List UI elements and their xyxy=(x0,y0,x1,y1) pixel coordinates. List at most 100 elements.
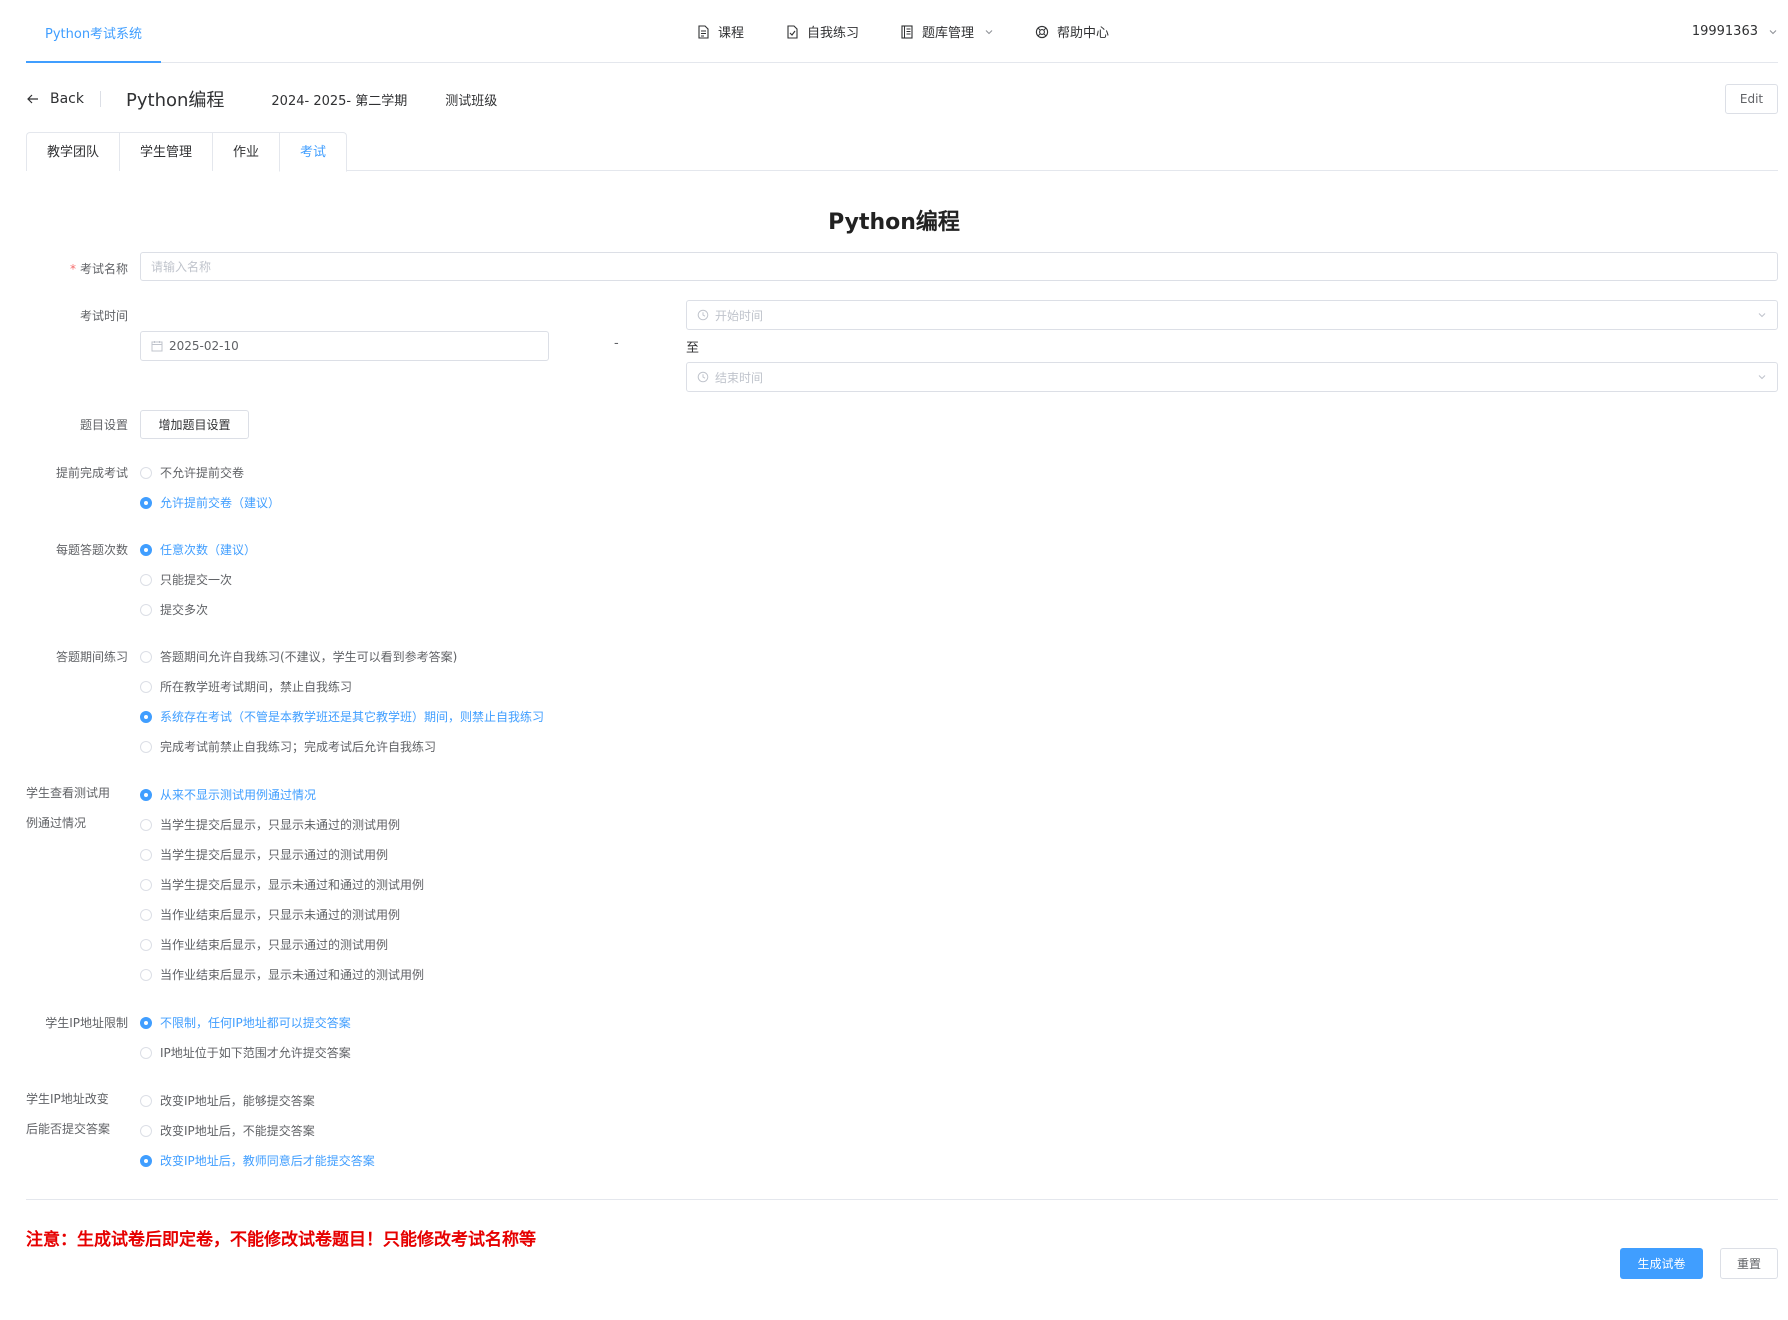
generate-paper-button[interactable]: 生成试卷 xyxy=(1620,1248,1703,1279)
radio-label: 不限制，任何IP地址都可以提交答案 xyxy=(160,1016,351,1030)
warning-notice: 注意：生成试卷后即定卷，不能修改试卷题目！只能修改考试名称等 xyxy=(26,1230,536,1250)
radio-early-finish-1[interactable]: 允许提前交卷（建议） xyxy=(140,494,280,511)
end-time-picker[interactable]: 结束时间 xyxy=(686,362,1778,392)
back-label: Back xyxy=(50,91,84,107)
tab-teaching-team[interactable]: 教学团队 xyxy=(26,132,120,171)
radio-testcase-3[interactable]: 当学生提交后显示，显示未通过和通过的测试用例 xyxy=(140,876,424,893)
chevron-down-icon xyxy=(1758,313,1766,318)
document-icon xyxy=(698,24,709,39)
exam-name-label-text: 考试名称 xyxy=(79,262,128,276)
radio-attempts-0[interactable]: 任意次数（建议） xyxy=(140,541,256,558)
nav-item-label: 题库管理 xyxy=(922,26,975,41)
start-time-placeholder: 开始时间 xyxy=(715,308,764,323)
footer-divider xyxy=(26,1199,1778,1200)
nav-item-question-bank[interactable]: 题库管理 xyxy=(900,22,994,41)
radio-testcase-5[interactable]: 当作业结束后显示，只显示通过的测试用例 xyxy=(140,936,388,953)
chevron-down-icon xyxy=(1769,29,1777,34)
radio-label: 从来不显示测试用例通过情况 xyxy=(160,788,317,802)
edit-button[interactable]: Edit xyxy=(1725,84,1778,114)
radio-ip-change-1[interactable]: 改变IP地址后，不能提交答案 xyxy=(140,1122,315,1139)
radio-ip-change-2[interactable]: 改变IP地址后，教师同意后才能提交答案 xyxy=(140,1152,375,1169)
radio-dot xyxy=(140,818,152,831)
radio-testcase-4[interactable]: 当作业结束后显示，只显示未通过的测试用例 xyxy=(140,906,400,923)
radio-testcase-6[interactable]: 当作业结束后显示，显示未通过和通过的测试用例 xyxy=(140,966,424,983)
nav-menu: 课程 自我练习 题库管理 帮助中心 xyxy=(696,0,1150,63)
nav-item-self-practice[interactable]: 自我练习 xyxy=(785,22,859,41)
radio-attempts-1[interactable]: 只能提交一次 xyxy=(140,571,232,588)
radio-dot xyxy=(140,1154,152,1167)
page-header: Back Python编程 2024- 2025- 第二学期 测试班级 Edit xyxy=(26,84,1778,114)
radio-label: 答题期间允许自我练习(不建议，学生可以看到参考答案) xyxy=(160,650,458,664)
check-document-icon xyxy=(787,24,798,39)
radio-dot xyxy=(140,1016,152,1029)
radio-label: 当作业结束后显示，只显示通过的测试用例 xyxy=(160,938,389,952)
question-setting-label: 题目设置 xyxy=(79,418,128,432)
top-nav: Python考试系统 课程 自我练习 题库管理 帮助中心 19991363 xyxy=(26,0,1778,63)
exam-name-input[interactable]: 请输入名称 xyxy=(140,252,1778,281)
radio-practice-1[interactable]: 所在教学班考试期间，禁止自我练习 xyxy=(140,678,352,695)
early-finish-label: 提前完成考试 xyxy=(55,466,128,480)
radio-early-finish-0[interactable]: 不允许提前交卷 xyxy=(140,464,244,481)
date-time-dash: - xyxy=(614,336,619,351)
radio-label: 改变IP地址后，不能提交答案 xyxy=(160,1124,315,1138)
radio-attempts-2[interactable]: 提交多次 xyxy=(140,601,208,618)
radio-label: 改变IP地址后，能够提交答案 xyxy=(160,1094,315,1108)
radio-dot xyxy=(140,740,152,753)
radio-label: IP地址位于如下范围才允许提交答案 xyxy=(160,1046,351,1060)
course-term: 2024- 2025- 第二学期 xyxy=(271,93,408,109)
radio-testcase-1[interactable]: 当学生提交后显示，只显示未通过的测试用例 xyxy=(140,816,400,833)
add-question-setting-button[interactable]: 增加题目设置 xyxy=(140,410,249,439)
radio-ip-change-0[interactable]: 改变IP地址后，能够提交答案 xyxy=(140,1092,315,1109)
radio-dot xyxy=(140,543,152,556)
course-title: Python编程 xyxy=(126,90,225,111)
radio-dot xyxy=(140,1094,152,1107)
chevron-down-icon xyxy=(1758,375,1766,380)
reset-button[interactable]: 重置 xyxy=(1720,1248,1778,1279)
exam-name-label: * 考试名称 xyxy=(18,260,128,277)
date-picker[interactable]: 2025-02-10 xyxy=(140,331,549,361)
start-time-picker[interactable]: 开始时间 xyxy=(686,300,1778,330)
back-button[interactable]: Back xyxy=(26,91,84,107)
radio-practice-3[interactable]: 完成考试前禁止自我练习；完成考试后允许自我练习 xyxy=(140,738,436,755)
radio-label: 提交多次 xyxy=(160,603,209,617)
tab-exam[interactable]: 考试 xyxy=(279,132,348,172)
radio-label: 不允许提前交卷 xyxy=(160,466,245,480)
radio-testcase-0[interactable]: 从来不显示测试用例通过情况 xyxy=(140,786,316,803)
tab-homework[interactable]: 作业 xyxy=(212,132,280,171)
testcase-label-line2: 例通过情况 xyxy=(26,816,87,830)
user-menu[interactable]: 19991363 xyxy=(1692,0,1778,63)
radio-label: 任意次数（建议） xyxy=(160,543,257,557)
radio-dot xyxy=(140,603,152,616)
clock-icon xyxy=(697,371,709,383)
radio-dot xyxy=(140,466,152,479)
brand-tab[interactable]: Python考试系统 xyxy=(26,0,162,63)
radio-label: 所在教学班考试期间，禁止自我练习 xyxy=(160,680,353,694)
radio-dot xyxy=(140,496,152,509)
tab-student-management[interactable]: 学生管理 xyxy=(119,132,213,171)
radio-dot xyxy=(140,680,152,693)
ip-limit-label: 学生IP地址限制 xyxy=(45,1016,128,1030)
radio-practice-2[interactable]: 系统存在考试（不管是本教学班还是其它教学班）期间，则禁止自我练习 xyxy=(140,708,544,725)
testcase-label-line1: 学生查看测试用 xyxy=(26,786,111,800)
radio-practice-0[interactable]: 答题期间允许自我练习(不建议，学生可以看到参考答案) xyxy=(140,648,457,665)
radio-ip-limit-0[interactable]: 不限制，任何IP地址都可以提交答案 xyxy=(140,1014,351,1031)
nav-item-course[interactable]: 课程 xyxy=(696,22,744,41)
radio-testcase-2[interactable]: 当学生提交后显示，只显示通过的测试用例 xyxy=(140,846,388,863)
radio-label: 允许提前交卷（建议） xyxy=(160,496,281,510)
radio-label: 当作业结束后显示，显示未通过和通过的测试用例 xyxy=(160,968,425,982)
arrow-left-icon xyxy=(27,94,38,104)
radio-dot xyxy=(140,878,152,891)
attempts-label: 每题答题次数 xyxy=(55,543,128,557)
radio-dot xyxy=(140,848,152,861)
radio-label: 系统存在考试（不管是本教学班还是其它教学班）期间，则禁止自我练习 xyxy=(160,710,545,724)
form-title: Python编程 xyxy=(828,210,960,235)
radio-label: 当学生提交后显示，只显示未通过的测试用例 xyxy=(160,818,401,832)
radio-ip-limit-1[interactable]: IP地址位于如下范围才允许提交答案 xyxy=(140,1044,351,1061)
chevron-down-icon xyxy=(985,29,993,34)
nav-item-help-center[interactable]: 帮助中心 xyxy=(1035,22,1109,41)
exam-name-placeholder: 请输入名称 xyxy=(151,260,212,274)
date-value: 2025-02-10 xyxy=(169,339,239,353)
radio-dot xyxy=(140,1046,152,1059)
radio-dot xyxy=(140,650,152,663)
required-mark: * xyxy=(69,262,76,276)
